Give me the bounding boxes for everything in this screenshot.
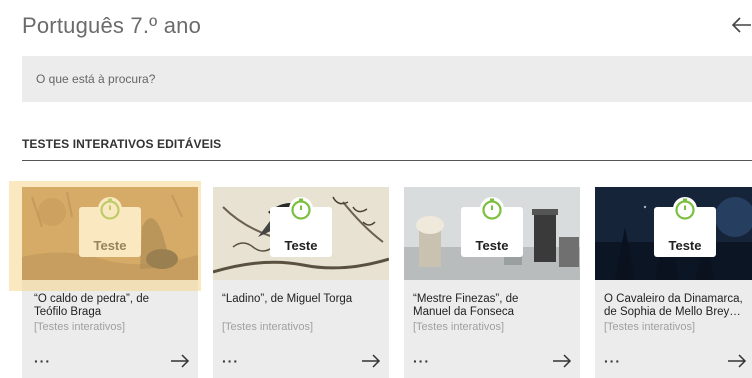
card-title[interactable]: “Mestre Finezas”, de Manuel da Fonseca — [404, 293, 580, 319]
more-options-icon[interactable]: ··· — [222, 353, 239, 369]
arrow-right-icon[interactable] — [361, 354, 381, 368]
card-title[interactable]: O Cavaleiro da Dinamarca, de Sophia de M… — [595, 293, 752, 319]
page-title: Português 7.º ano — [22, 13, 202, 38]
card-category: [Testes interativos] — [413, 321, 505, 333]
card-title[interactable]: “Ladino”, de Miguel Torga — [213, 293, 389, 306]
arrow-left-icon[interactable] — [730, 16, 752, 34]
card-cavaleiro-da-dinamarca[interactable]: Teste O Cavaleiro da Dinamarca, de Sophi… — [595, 187, 752, 378]
test-badge: Teste — [79, 197, 141, 257]
card-title[interactable]: “O caldo de pedra”, de Teófilo Braga — [22, 293, 198, 319]
section-title: TESTES INTERATIVOS EDITÁVEIS — [22, 137, 222, 151]
card-category: [Testes interativos] — [34, 321, 126, 333]
stopwatch-icon — [480, 197, 504, 221]
card-category: [Testes interativos] — [604, 321, 696, 333]
test-badge: Teste — [461, 197, 523, 257]
stopwatch-icon — [289, 197, 313, 221]
stopwatch-icon — [98, 197, 122, 221]
search-box — [22, 56, 752, 102]
card-caldo-de-pedra[interactable]: Teste “O caldo de pedra”, de Teófilo Bra… — [22, 187, 198, 378]
section-divider — [22, 160, 752, 161]
card-category: [Testes interativos] — [222, 321, 314, 333]
test-badge-label: Teste — [475, 238, 509, 253]
more-options-icon[interactable]: ··· — [34, 353, 51, 369]
more-options-icon[interactable]: ··· — [413, 353, 430, 369]
card-mestre-finezas[interactable]: Teste “Mestre Finezas”, de Manuel da Fon… — [404, 187, 580, 378]
more-options-icon[interactable]: ··· — [604, 353, 621, 369]
arrow-right-icon[interactable] — [727, 354, 747, 368]
test-badge-label: Teste — [93, 238, 127, 253]
test-badge: Teste — [270, 197, 332, 257]
search-input[interactable] — [22, 56, 752, 102]
card-ladino[interactable]: Teste “Ladino”, de Miguel Torga [Testes … — [213, 187, 389, 378]
test-badge: Teste — [654, 197, 716, 257]
stopwatch-icon — [673, 197, 697, 221]
test-badge-label: Teste — [668, 238, 702, 253]
test-badge-label: Teste — [284, 238, 318, 253]
arrow-right-icon[interactable] — [170, 354, 190, 368]
arrow-right-icon[interactable] — [552, 354, 572, 368]
